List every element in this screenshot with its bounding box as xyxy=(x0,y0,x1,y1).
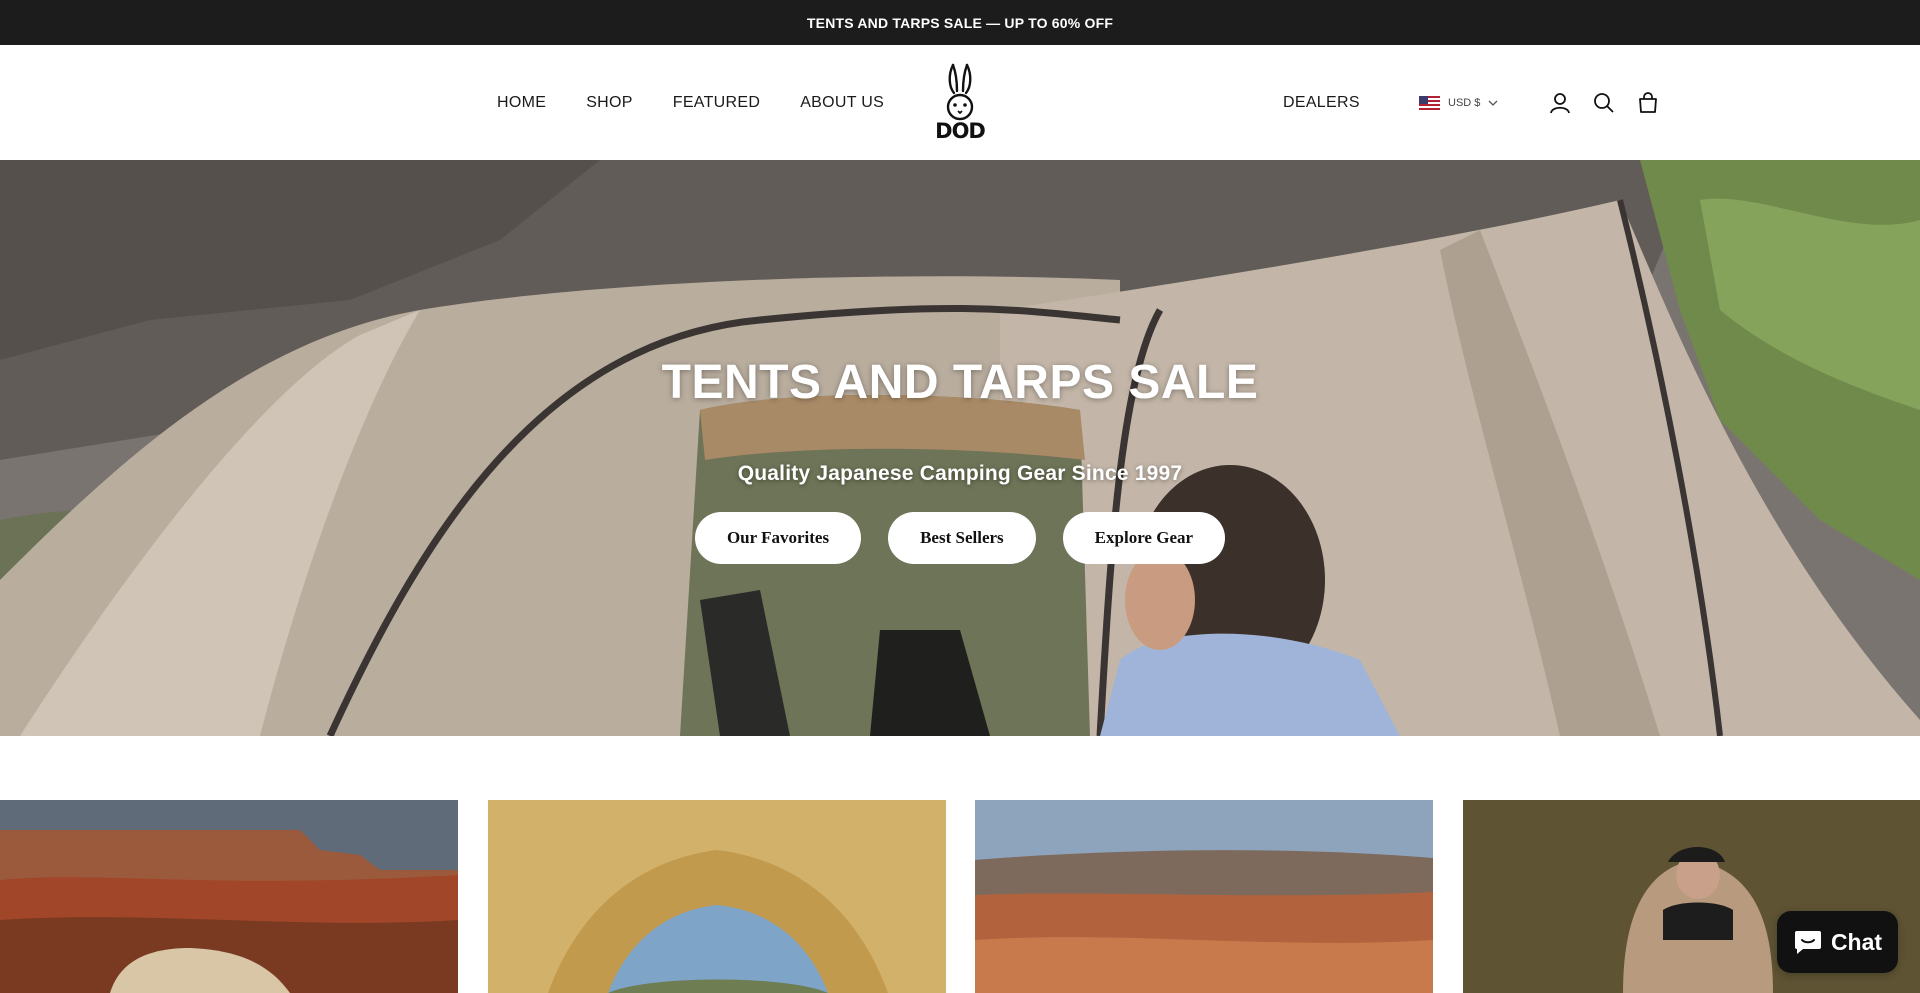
best-sellers-button[interactable]: Best Sellers xyxy=(888,512,1036,565)
collection-tiles xyxy=(0,800,1920,993)
canyon-image xyxy=(975,800,1433,993)
nav-featured[interactable]: FEATURED xyxy=(673,94,760,112)
our-favorites-button[interactable]: Our Favorites xyxy=(694,512,862,565)
nav-about-us[interactable]: ABOUT US xyxy=(800,94,884,112)
currency-selector[interactable]: USD $ xyxy=(1419,95,1498,110)
logo-wordmark: DOD xyxy=(935,119,986,143)
explore-gear-button[interactable]: Explore Gear xyxy=(1062,512,1226,565)
tent-interior-image xyxy=(488,800,946,993)
hero-banner: TENTS AND TARPS SALE Quality Japanese Ca… xyxy=(0,160,1920,736)
nav-dealers[interactable]: DEALERS xyxy=(1283,94,1360,112)
header-tools: USD $ xyxy=(1419,45,1660,160)
announcement-bar: TENTS AND TARPS SALE — UP TO 60% OFF xyxy=(0,0,1920,45)
hero-title: TENTS AND TARPS SALE xyxy=(661,356,1259,409)
site-logo[interactable]: DOD xyxy=(930,61,990,145)
cart-icon[interactable] xyxy=(1636,91,1660,115)
hero-buttons: Our Favorites Best Sellers Explore Gear xyxy=(694,512,1226,565)
main-nav: HOME SHOP FEATURED ABOUT US xyxy=(497,45,884,160)
collection-tile-canyon[interactable] xyxy=(975,800,1433,993)
site-header: HOME SHOP FEATURED ABOUT US DOD DEALERS … xyxy=(0,45,1920,160)
currency-label: USD $ xyxy=(1448,96,1481,109)
chevron-down-icon xyxy=(1488,100,1498,106)
chat-label: Chat xyxy=(1830,928,1883,955)
announcement-text: TENTS AND TARPS SALE — UP TO 60% OFF xyxy=(806,14,1114,31)
rabbit-logo-icon xyxy=(946,63,974,121)
secondary-nav: DEALERS xyxy=(1283,45,1360,160)
collection-tile-tent-interior[interactable] xyxy=(488,800,946,993)
collection-tile-desert[interactable] xyxy=(0,800,458,993)
chat-button[interactable]: Chat xyxy=(1777,911,1898,973)
chat-bubble-icon xyxy=(1794,931,1821,954)
search-icon[interactable] xyxy=(1592,91,1616,115)
nav-shop[interactable]: SHOP xyxy=(586,94,633,112)
us-flag-icon xyxy=(1419,95,1440,110)
hero-content: TENTS AND TARPS SALE Quality Japanese Ca… xyxy=(0,160,1920,736)
hero-subtitle: Quality Japanese Camping Gear Since 1997 xyxy=(737,462,1183,486)
account-icon[interactable] xyxy=(1548,91,1572,115)
nav-home[interactable]: HOME xyxy=(497,94,546,112)
desert-mesa-image xyxy=(0,800,458,993)
